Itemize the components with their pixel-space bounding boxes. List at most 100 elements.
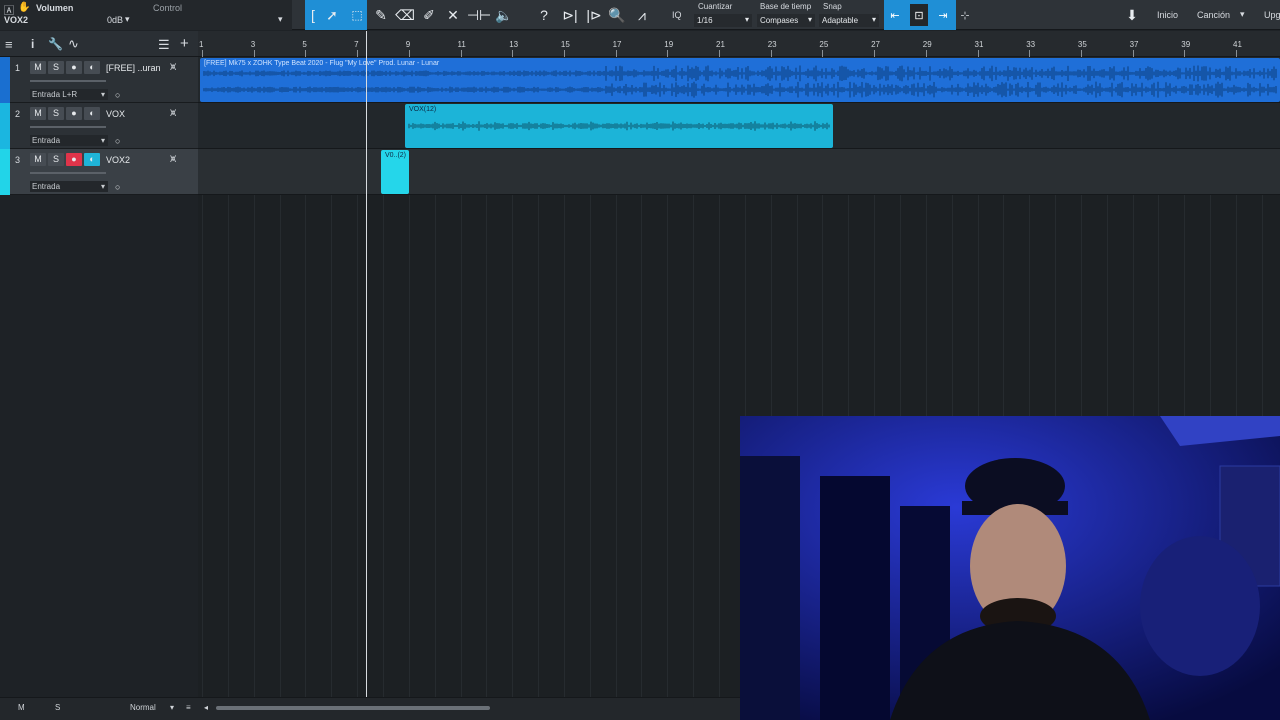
range-icon[interactable]: ⬚ [348,0,366,30]
download-icon[interactable]: ⬇ [1122,0,1142,30]
list-icon[interactable]: ≡ [5,37,13,52]
list-icon[interactable]: ≡ [186,703,191,712]
quantize-label: Cuantizar [698,2,733,11]
timeline-ruler[interactable]: 1 3 5 7 9 11 13 15 17 19 21 23 25 27 29 31 33 35 37 39 41 [198,31,1280,57]
track-header[interactable]: 3 M S ● ◐ VOX2 ⩙ Entrada ▾ ○ [0,149,198,195]
bracket-icon[interactable]: [ [306,0,320,30]
mode-label[interactable]: Normal [130,703,156,712]
loop-icon[interactable]: |⊳ [584,0,604,30]
mute-all-button[interactable]: M [18,703,25,712]
solo-button[interactable]: S [48,107,64,120]
monitor-button[interactable]: ◐ [84,153,100,166]
snap-value: Adaptable [822,16,859,25]
input-monitor-icon[interactable]: ○ [115,182,127,192]
chevron-down-icon[interactable]: ▾ [125,14,130,25]
split-icon[interactable]: ⊣⊢ [467,0,491,30]
input-monitor-icon[interactable]: ○ [115,136,127,146]
record-arm-button[interactable]: ● [66,107,82,120]
track-header[interactable]: 2 M S ● ◐ VOX ⩙ Entrada ▾ ○ [0,103,198,149]
info-icon[interactable]: i [31,37,34,51]
mute-button[interactable]: M [30,61,46,74]
ruler-bar-label: 21 [716,40,725,49]
track-lane[interactable] [198,149,1280,195]
ruler-bar-label: 37 [1129,40,1139,49]
ruler-tick [305,50,307,57]
eraser-icon[interactable]: ⌫ [395,0,415,30]
record-arm-button[interactable]: ● [66,61,82,74]
snap-events-icon[interactable]: ⊡ [910,4,928,26]
solo-button[interactable]: S [48,61,64,74]
ruler-tick [770,50,772,57]
volume-value[interactable]: 0dB [107,15,123,25]
ruler-bar-label: 15 [560,40,570,49]
track-input-select[interactable]: Entrada ▾ [30,181,108,192]
chevron-down-icon[interactable]: ▾ [170,703,174,712]
iq-label[interactable]: IQ [672,10,682,20]
track-name[interactable]: VOX2 [106,155,130,165]
ruler-bar-label: 41 [1233,40,1242,49]
waveform-icon[interactable]: ⩙ [170,61,176,74]
record-arm-button[interactable]: ● [66,153,82,166]
track-header[interactable]: 1 M S ● ◐ [FREE] ..uran ⩙ Entrada L+R ▾ ○ [0,57,198,103]
timebase-select[interactable]: Compases ▾ [757,14,815,27]
horizontal-scrollbar[interactable] [216,706,490,710]
snap-playhead-icon[interactable]: ⊹ [956,4,974,26]
audio-clip[interactable]: V0..(2) [381,150,409,194]
cancion-button[interactable]: Canción [1197,10,1230,20]
snap-select[interactable]: Adaptable ▾ [819,14,879,27]
arrow-icon[interactable]: ➚ [324,0,340,30]
listen-icon[interactable]: ⊳| [560,0,580,30]
track-color-strip[interactable] [0,103,10,149]
waveform-icon[interactable]: ⩙ [170,153,176,166]
snap-cursor-icon[interactable]: ⇥ [934,4,952,26]
wrench-icon[interactable]: 🔧 [48,37,63,51]
track-list-icon[interactable]: ☰ [158,37,170,53]
track-list-header: ≡ i 🔧 ∿ ☰ + [0,31,198,57]
speaker-icon[interactable]: 🔈 [494,0,514,30]
quantize-select[interactable]: 1/16 ▾ [694,14,752,27]
hand-icon[interactable]: ✋ [18,2,30,13]
track-volume-fader[interactable] [30,172,106,174]
quantize-value: 1/16 [697,16,713,25]
track-name[interactable]: [FREE] ..uran [106,63,161,73]
track-color-strip[interactable] [0,149,10,195]
help-icon[interactable]: ? [536,0,552,30]
monitor-button[interactable]: ◐ [84,61,100,74]
chevron-down-icon[interactable]: ▾ [1240,9,1245,20]
audio-clip[interactable]: VOX(12) [405,104,833,148]
pencil-icon[interactable]: ✎ [372,0,390,30]
input-monitor-icon[interactable]: ○ [115,90,127,100]
zoom-icon[interactable]: 🔍 [608,0,626,30]
ruler-tick [874,50,876,57]
audio-clip[interactable]: [FREE] Mk75 x ZOHK Type Beat 2020 - Flug… [200,58,1280,102]
control-label: Control [153,3,183,13]
track-input-label: Entrada L+R [32,90,78,99]
upgrade-button[interactable]: Upg [1264,10,1280,20]
clip-name: [FREE] Mk75 x ZOHK Type Beat 2020 - Flug… [204,60,440,67]
automation-icon[interactable]: ∿ [68,36,79,52]
snap-grid-icon[interactable]: ⇤ [886,4,904,26]
ruler-tick [925,50,927,57]
mute-button[interactable]: M [30,153,46,166]
mute-button[interactable]: M [30,107,46,120]
inicio-button[interactable]: Inicio [1157,10,1178,20]
add-track-icon[interactable]: + [180,35,189,52]
paint-icon[interactable]: ✐ [420,0,438,30]
ruler-tick [667,50,669,57]
monitor-button[interactable]: ◐ [84,107,100,120]
bend-icon[interactable]: ⩘ [632,0,652,30]
solo-all-button[interactable]: S [55,703,60,712]
chevron-down-icon: ▾ [807,15,812,24]
playhead-cursor[interactable] [366,31,367,697]
track-color-strip[interactable] [0,57,10,103]
scroll-left-icon[interactable]: ◂ [204,703,208,712]
track-input-select[interactable]: Entrada L+R ▾ [30,89,108,100]
waveform-icon[interactable]: ⩙ [170,107,176,120]
chevron-down-icon[interactable]: ▾ [278,14,283,25]
track-volume-fader[interactable] [30,126,106,128]
solo-button[interactable]: S [48,153,64,166]
track-volume-fader[interactable] [30,80,106,82]
track-name[interactable]: VOX [106,109,125,119]
track-input-select[interactable]: Entrada ▾ [30,135,108,146]
mute-tool-icon[interactable]: ✕ [444,0,462,30]
